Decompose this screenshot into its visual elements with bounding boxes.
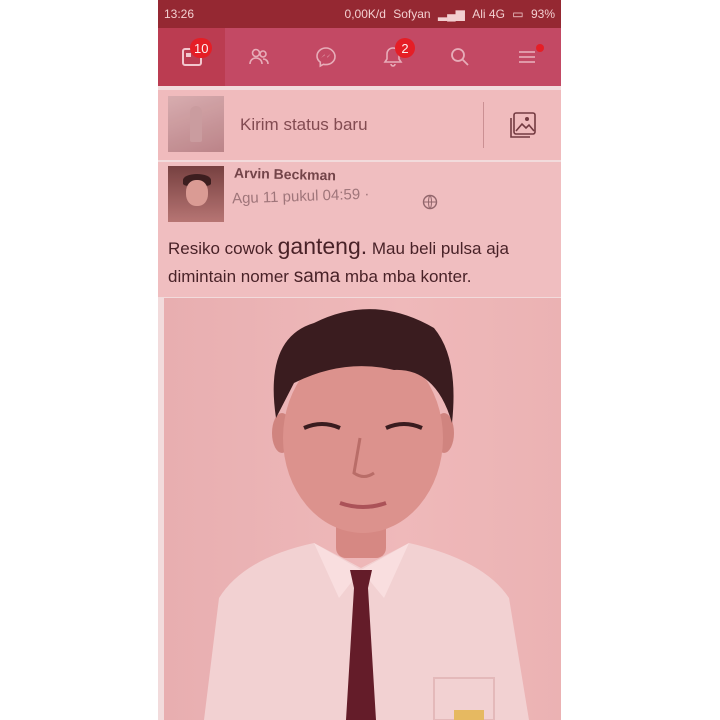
tab-news-feed[interactable]: 10	[158, 28, 225, 86]
status-right: 0,00K/d Sofyan ▂▄▆ Ali 4G ▭ 93%	[341, 7, 555, 21]
status-composer[interactable]: Kirim status baru	[158, 90, 561, 160]
tab-messenger[interactable]	[292, 28, 359, 86]
status-time: 13:26	[164, 7, 195, 21]
friends-icon	[248, 48, 269, 65]
hamburger-menu-icon	[518, 51, 535, 63]
tab-friend-requests[interactable]	[225, 28, 292, 86]
author-avatar[interactable]	[168, 166, 224, 222]
post-photo[interactable]	[164, 298, 561, 720]
tab-menu[interactable]	[493, 28, 560, 86]
phone-screen: 13:26 0,00K/d Sofyan ▂▄▆ Ali 4G ▭ 93% 10…	[158, 0, 561, 720]
notifications-badge: 2	[395, 38, 415, 58]
tab-search[interactable]	[426, 28, 493, 86]
boy-portrait-illustration	[204, 309, 529, 720]
composer-prompt[interactable]: Kirim status baru	[240, 115, 368, 135]
post-timestamp[interactable]: Agu 11 pukul 04:59 ·	[232, 186, 370, 208]
post-author[interactable]: Arvin Beckman	[234, 165, 336, 184]
composer-divider	[483, 102, 484, 148]
search-icon	[450, 48, 469, 66]
carrier-2: Ali 4G	[472, 7, 505, 21]
status-bar: 13:26 0,00K/d Sofyan ▂▄▆ Ali 4G ▭ 93%	[158, 0, 561, 28]
feed-post: Arvin Beckman Agu 11 pukul 04:59 · Resik…	[158, 162, 561, 297]
tab-notifications[interactable]: 2	[359, 28, 426, 86]
battery-icon: ▭	[512, 7, 524, 21]
globe-privacy-icon	[422, 194, 438, 210]
photo-upload-icon[interactable]	[508, 110, 538, 140]
top-nav-bar: 10 2	[158, 28, 561, 86]
network-speed: 0,00K/d	[344, 7, 386, 21]
signal-icon: ▂▄▆	[437, 7, 465, 21]
menu-new-dot	[536, 44, 544, 52]
messenger-icon	[315, 47, 336, 68]
post-text: Resiko cowok ganteng. Mau beli pulsa aja…	[168, 233, 509, 287]
battery-level: 93%	[530, 7, 555, 21]
carrier-1: Sofyan	[393, 7, 431, 21]
user-avatar[interactable]	[168, 96, 224, 152]
news-feed-badge: 10	[190, 38, 213, 58]
